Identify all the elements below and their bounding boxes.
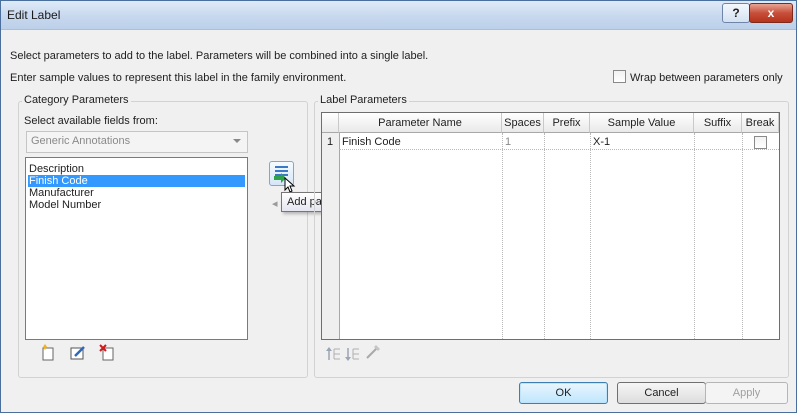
apply-button[interactable]: Apply bbox=[705, 382, 788, 404]
column-divider bbox=[590, 133, 591, 339]
row-index: 1 bbox=[327, 136, 334, 148]
grid-corner bbox=[322, 113, 339, 133]
list-item-finish-code[interactable]: Finish Code bbox=[28, 175, 245, 187]
category-parameters-title: Category Parameters bbox=[22, 94, 131, 106]
cell-spaces[interactable]: 1 bbox=[505, 136, 511, 148]
row-divider bbox=[339, 149, 779, 150]
intro-text-2: Enter sample values to represent this la… bbox=[10, 72, 347, 84]
column-divider bbox=[502, 133, 503, 339]
column-sample-value: Sample Value bbox=[590, 113, 694, 133]
delete-parameter-icon[interactable] bbox=[99, 344, 117, 362]
column-spaces: Spaces bbox=[502, 113, 544, 133]
column-divider bbox=[742, 133, 743, 339]
move-up-icon[interactable] bbox=[325, 345, 343, 363]
column-suffix: Suffix bbox=[694, 113, 742, 133]
wrap-checkbox[interactable] bbox=[613, 70, 626, 83]
cancel-button[interactable]: Cancel bbox=[617, 382, 706, 404]
close-button[interactable]: x bbox=[749, 3, 793, 23]
break-checkbox[interactable] bbox=[754, 136, 767, 149]
column-prefix: Prefix bbox=[544, 113, 590, 133]
wrap-label: Wrap between parameters only bbox=[630, 72, 783, 84]
cell-sample-value[interactable]: X-1 bbox=[593, 136, 610, 148]
cell-parameter-name[interactable]: Finish Code bbox=[342, 136, 401, 148]
list-item-model-number[interactable]: Model Number bbox=[28, 199, 245, 211]
list-item-description[interactable]: Description bbox=[28, 163, 245, 175]
help-button[interactable]: ? bbox=[722, 3, 750, 23]
wrap-option[interactable]: Wrap between parameters only bbox=[613, 70, 783, 84]
column-divider bbox=[544, 133, 545, 339]
chevron-down-icon bbox=[233, 139, 241, 143]
column-divider bbox=[694, 133, 695, 339]
available-fields-list[interactable]: Description Finish Code Manufacturer Mod… bbox=[25, 157, 248, 340]
row-header-column bbox=[322, 133, 340, 339]
new-parameter-icon[interactable] bbox=[39, 344, 57, 362]
category-select[interactable]: Generic Annotations bbox=[26, 131, 248, 153]
mouse-cursor-icon bbox=[284, 177, 296, 193]
edit-label-parameter-icon[interactable] bbox=[364, 343, 382, 361]
fields-label: Select available fields from: bbox=[24, 115, 158, 127]
dialog-title: Edit Label bbox=[7, 8, 61, 22]
category-select-value: Generic Annotations bbox=[31, 135, 131, 147]
ok-button[interactable]: OK bbox=[519, 382, 608, 404]
edit-label-dialog: Edit Label ? x Select parameters to add … bbox=[0, 0, 797, 413]
intro-text-1: Select parameters to add to the label. P… bbox=[10, 50, 429, 62]
move-down-icon[interactable] bbox=[344, 345, 362, 363]
label-parameters-grid[interactable]: Parameter Name Spaces Prefix Sample Valu… bbox=[321, 112, 780, 340]
column-parameter-name: Parameter Name bbox=[339, 113, 502, 133]
label-parameters-title: Label Parameters bbox=[318, 94, 409, 106]
column-break: Break bbox=[742, 113, 779, 133]
title-bar: Edit Label ? x bbox=[1, 1, 796, 30]
remove-arrow-icon: ◂ bbox=[272, 198, 278, 210]
list-item-manufacturer[interactable]: Manufacturer bbox=[28, 187, 245, 199]
edit-parameter-icon[interactable] bbox=[69, 344, 87, 362]
